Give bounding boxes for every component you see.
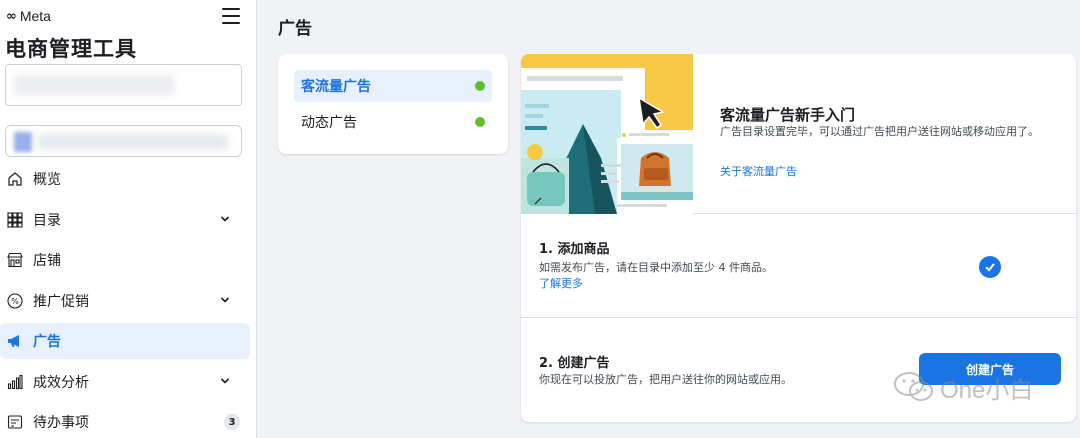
store-icon — [6, 251, 24, 269]
sidebar-item-label: 目录 — [33, 212, 61, 229]
sidebar-item-label: 推广促销 — [33, 293, 89, 310]
learn-more-link[interactable]: 了解更多 — [539, 275, 583, 291]
intro-description: 广告目录设置完毕，可以通过广告把用户送往网站或移动应用了。 — [720, 125, 1039, 138]
catalog-selector[interactable] — [5, 125, 242, 157]
step-add-products: 1. 添加商品 如需发布广告，请在目录中添加至少 4 件商品。 了解更多 — [521, 214, 1076, 318]
brand-name: Meta — [19, 8, 51, 24]
status-dot-active — [475, 81, 485, 91]
intro-title: 客流量广告新手入门 — [720, 106, 856, 124]
sidebar-item-label: 待办事项 — [33, 415, 89, 431]
sidebar-item-label: 概览 — [33, 172, 61, 188]
svg-text:%: % — [11, 297, 19, 306]
sidebar-item-ads[interactable]: 广告 — [0, 323, 250, 359]
megaphone-icon — [6, 332, 24, 350]
check-circle-icon — [979, 256, 1001, 278]
sidebar-item-overview[interactable]: 概览 — [0, 161, 250, 197]
ad-type-dynamic[interactable]: 动态广告 — [294, 106, 492, 138]
intro-section: 客流量广告新手入门 广告目录设置完毕，可以通过广告把用户送往网站或移动应用了。 … — [521, 54, 1076, 214]
status-dot-active — [475, 117, 485, 127]
sidebar-item-insights[interactable]: 成效分析 — [0, 364, 250, 400]
wechat-icon — [894, 372, 933, 401]
ad-type-traffic[interactable]: 客流量广告 — [294, 70, 492, 102]
traffic-ads-illustration — [521, 54, 693, 214]
sidebar-item-label: 店铺 — [33, 253, 61, 269]
watermark-text: One小白 — [940, 376, 1034, 404]
ad-type-label: 动态广告 — [301, 115, 357, 131]
sidebar-item-store[interactable]: 店铺 — [0, 242, 250, 278]
redacted-catalog-name — [38, 134, 228, 150]
grid-icon — [6, 211, 24, 229]
sidebar-item-label: 广告 — [33, 334, 61, 350]
step-description: 你现在可以投放广告，把用户送往你的网站或应用。 — [539, 373, 792, 386]
ad-type-list: 客流量广告 动态广告 — [278, 54, 508, 154]
todo-count-badge: 3 — [224, 414, 240, 430]
chevron-down-icon[interactable] — [220, 376, 230, 386]
bar-chart-icon — [6, 373, 24, 391]
hamburger-menu-icon[interactable] — [222, 8, 240, 24]
step-title: 2. 创建广告 — [539, 356, 610, 371]
sidebar-item-promotions[interactable]: % 推广促销 — [0, 283, 250, 319]
app-title: 电商管理工具 — [5, 37, 137, 61]
todo-icon — [6, 413, 24, 431]
sidebar-item-catalog[interactable]: 目录 — [0, 202, 250, 238]
page-title: 广告 — [278, 19, 312, 39]
about-traffic-ads-link[interactable]: 关于客流量广告 — [720, 163, 797, 179]
step-title: 1. 添加商品 — [539, 242, 610, 257]
sidebar-item-todo[interactable]: 待办事项 3 — [0, 404, 250, 438]
sidebar-nav: 概览 目录 店铺 % 推广促销 广告 成效分析 待办事项 3 — [0, 161, 250, 438]
business-account-selector[interactable] — [5, 64, 242, 106]
chevron-down-icon[interactable] — [220, 295, 230, 305]
sidebar-item-label: 成效分析 — [33, 374, 89, 391]
sidebar: ∞ Meta 电商管理工具 概览 目录 店铺 % 推广促销 广告 成效分析 待办… — [0, 0, 257, 438]
home-icon — [6, 170, 24, 188]
meta-infinity-icon: ∞ — [6, 8, 17, 24]
redacted-catalog-thumb — [14, 132, 32, 152]
traffic-ads-panel: 客流量广告新手入门 广告目录设置完毕，可以通过广告把用户送往网站或移动应用了。 … — [521, 54, 1076, 422]
step-description: 如需发布广告，请在目录中添加至少 4 件商品。 — [539, 261, 773, 274]
redacted-account-name — [14, 75, 174, 95]
ad-type-label: 客流量广告 — [301, 79, 371, 95]
meta-logo[interactable]: ∞ Meta — [6, 7, 51, 25]
percent-icon: % — [6, 292, 24, 310]
watermark: One小白 — [892, 369, 1033, 405]
chevron-down-icon[interactable] — [220, 214, 230, 224]
